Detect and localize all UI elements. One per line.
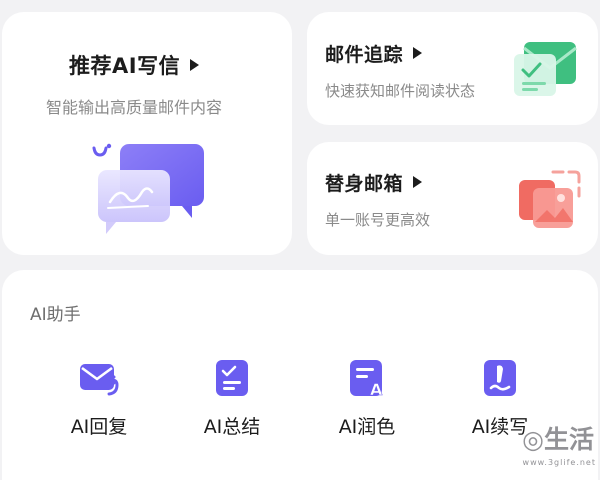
svg-text:A: A	[370, 380, 383, 398]
arrow-right-icon	[413, 176, 423, 188]
summary-list-icon	[216, 360, 248, 396]
ai-summary-label: AI总结	[203, 416, 261, 438]
ai-polish-button[interactable]: A AI润色	[317, 358, 417, 439]
mail-check-icon	[514, 42, 577, 96]
polish-text-icon: A	[350, 360, 383, 398]
mail-tracking-card[interactable]: 邮件追踪 快速获知邮件阅读状态	[307, 12, 598, 125]
alias-mailbox-icon	[519, 170, 581, 228]
alias-mailbox-title: 替身邮箱	[325, 169, 423, 196]
chat-bubbles-illustration	[92, 143, 204, 234]
continue-writing-icon	[484, 360, 516, 396]
mail-tracking-title: 邮件追踪	[325, 40, 423, 67]
ai-write-subtitle: 智能输出高质量邮件内容	[46, 98, 223, 117]
mail-tracking-subtitle: 快速获知邮件阅读状态	[325, 82, 476, 100]
arrow-right-icon	[190, 59, 200, 71]
ai-reply-label: AI回复	[70, 416, 128, 438]
watermark-logo: ◎生活 www.3glife.net	[522, 425, 596, 467]
ai-write-title: 推荐AI写信	[69, 50, 200, 80]
ai-assistant-title: AI助手	[30, 305, 81, 325]
reply-mail-icon	[80, 364, 119, 396]
ai-summary-button[interactable]: AI总结	[182, 358, 282, 439]
alias-mailbox-subtitle: 单一账号更高效	[325, 211, 431, 229]
ai-polish-label: AI润色	[338, 416, 396, 438]
alias-mailbox-card[interactable]: 替身邮箱 单一账号更高效	[307, 142, 598, 255]
ai-reply-button[interactable]: AI回复	[49, 358, 149, 439]
arrow-right-icon	[413, 47, 423, 59]
ai-write-card[interactable]: 推荐AI写信 智能输出高质量邮件内容	[2, 12, 292, 255]
